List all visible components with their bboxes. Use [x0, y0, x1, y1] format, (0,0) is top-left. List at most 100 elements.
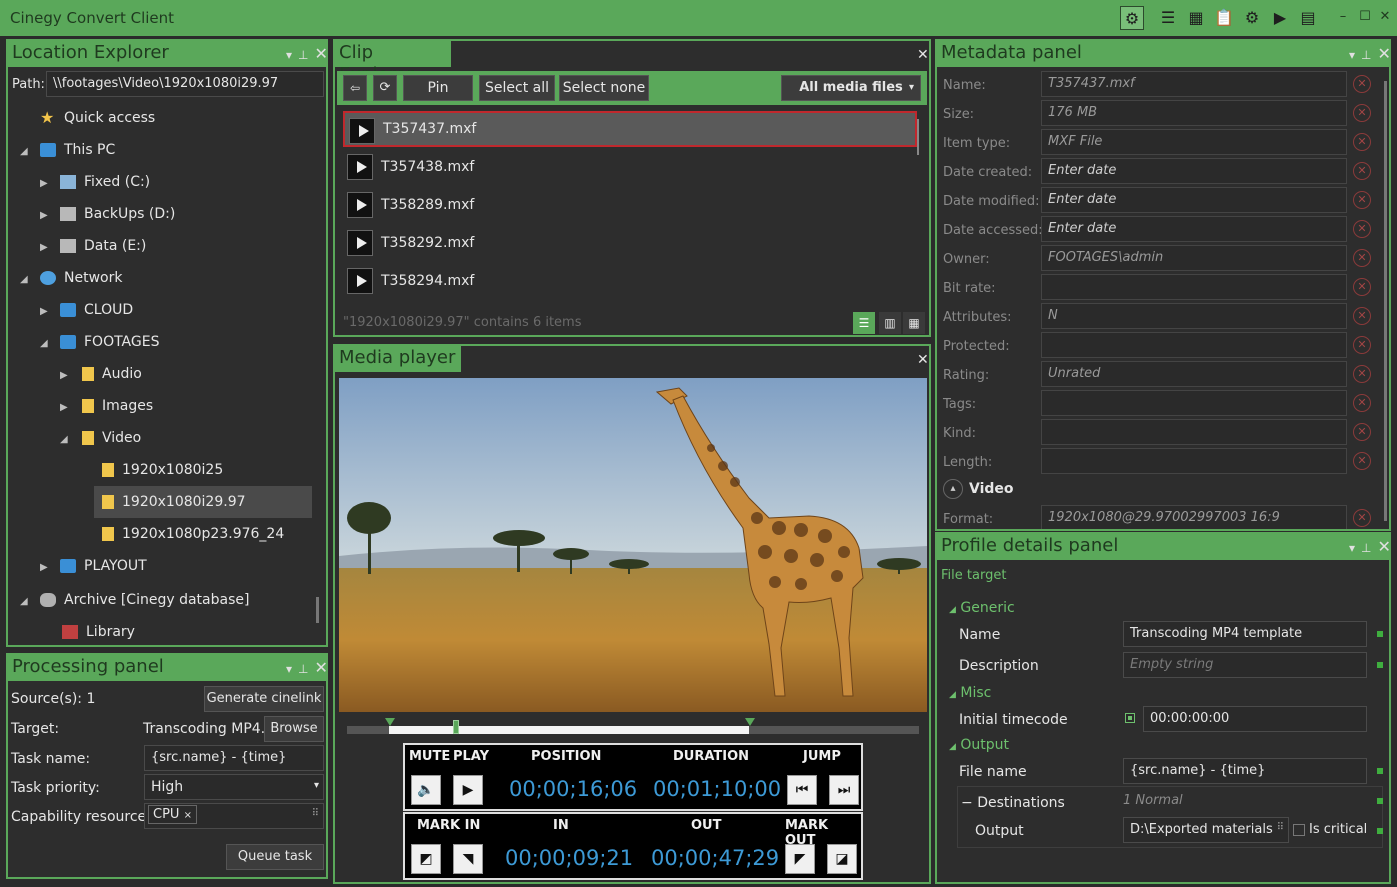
item-type-value[interactable]: MXF File — [1041, 129, 1347, 155]
tree-item-this-pc[interactable]: This PC — [40, 138, 115, 162]
collapse-arrow-icon[interactable]: ◢ — [60, 434, 72, 445]
clear-field-icon[interactable]: ✕ — [1353, 220, 1371, 238]
expand-arrow-icon[interactable]: ▶ — [40, 562, 52, 573]
attributes-value[interactable]: N — [1041, 303, 1347, 329]
playhead-marker[interactable] — [453, 720, 459, 734]
clear-field-icon[interactable]: ✕ — [1353, 278, 1371, 296]
clear-field-icon[interactable]: ✕ — [1353, 394, 1371, 412]
owner-value[interactable]: FOOTAGES\admin — [1041, 245, 1347, 271]
tree-item-video[interactable]: Video — [82, 426, 141, 450]
tree-item-playout[interactable]: PLAYOUT — [60, 554, 147, 578]
date-modified-input[interactable]: Enter date — [1041, 187, 1347, 213]
tree-item-data-e[interactable]: Data (E:) — [60, 234, 146, 258]
expand-arrow-icon[interactable]: ▶ — [40, 178, 52, 189]
dropdown-icon[interactable]: ▾ — [286, 48, 292, 62]
misc-group[interactable]: ◢ Misc — [949, 685, 991, 701]
gear-icon[interactable]: ⚙ — [1120, 6, 1144, 30]
capability-tag[interactable]: CPU × — [148, 805, 197, 824]
protected-value[interactable] — [1041, 332, 1347, 358]
queue-task-button[interactable]: Queue task — [226, 844, 324, 870]
size-value[interactable]: 176 MB — [1041, 100, 1347, 126]
go-to-in-button[interactable]: ◩ — [411, 844, 441, 874]
dropdown-icon[interactable]: ▾ — [286, 662, 292, 676]
clear-field-icon[interactable]: ✕ — [1353, 249, 1371, 267]
out-marker-icon[interactable] — [745, 718, 755, 726]
play-thumbnail-icon[interactable] — [347, 268, 373, 294]
play-button[interactable]: ▶ — [453, 775, 483, 805]
expand-arrow-icon[interactable]: ▶ — [40, 210, 52, 221]
tree-item-library[interactable]: Library — [62, 620, 135, 644]
maximize-button[interactable]: ☐ — [1356, 8, 1374, 26]
dropdown-icon[interactable]: ▾ — [1349, 48, 1355, 62]
play-thumbnail-icon[interactable] — [347, 230, 373, 256]
tree-item-1920x1080i25[interactable]: 1920x1080i25 — [102, 458, 223, 482]
timeline-track[interactable] — [347, 718, 919, 734]
tags-value[interactable] — [1041, 390, 1347, 416]
tree-item-1920x1080p23-976-24[interactable]: 1920x1080p23.976_24 — [102, 522, 284, 546]
close-icon[interactable]: ✕ — [917, 47, 929, 63]
clip-list-scrollbar[interactable] — [915, 111, 921, 307]
clip-row[interactable]: T358289.mxf — [343, 187, 917, 223]
scrollbar-thumb[interactable] — [1384, 81, 1387, 521]
clear-field-icon[interactable]: ✕ — [1353, 307, 1371, 325]
is-critical-checkbox[interactable] — [1293, 824, 1305, 836]
collapse-section-icon[interactable]: ▴ — [943, 479, 963, 499]
capability-input[interactable]: CPU × ⠿ — [144, 803, 324, 829]
refresh-icon[interactable]: ⟳ — [373, 75, 397, 101]
tree-item-archive[interactable]: Archive [Cinegy database] — [40, 588, 249, 612]
browse-button[interactable]: Browse — [264, 716, 324, 742]
expand-arrow-icon[interactable]: ▶ — [40, 242, 52, 253]
back-arrow-icon[interactable]: ⇦ — [343, 75, 367, 101]
media-filter-select[interactable]: All media files ▾ — [781, 75, 921, 101]
columns-view-icon[interactable]: ▥ — [879, 312, 901, 334]
task-priority-select[interactable]: High ▾ — [144, 774, 324, 800]
play-thumbnail-icon[interactable] — [347, 154, 373, 180]
clear-field-icon[interactable]: ✕ — [1353, 162, 1371, 180]
play-icon[interactable]: ▶ — [1268, 6, 1292, 30]
play-thumbnail-icon[interactable] — [349, 118, 375, 144]
profile-name-input[interactable]: Transcoding MP4 template — [1123, 621, 1367, 647]
metadata-scrollbar[interactable] — [1383, 71, 1389, 527]
close-icon[interactable]: ✕ — [1377, 44, 1390, 63]
tree-item-backups-d[interactable]: BackUps (D:) — [60, 202, 175, 226]
clip-row[interactable]: T358292.mxf — [343, 225, 917, 261]
output-group[interactable]: ◢ Output — [949, 737, 1009, 753]
close-icon[interactable]: ✕ — [314, 44, 327, 63]
in-marker-icon[interactable] — [385, 718, 395, 726]
collapse-arrow-icon[interactable]: ◢ — [20, 274, 32, 285]
expand-arrow-icon[interactable]: ▶ — [40, 306, 52, 317]
pin-icon[interactable]: ⊥ — [1361, 48, 1371, 62]
jump-to-start-button[interactable]: ⏮ — [787, 775, 817, 805]
clear-field-icon[interactable]: ✕ — [1353, 509, 1371, 527]
pin-icon[interactable]: ⊥ — [1361, 541, 1371, 555]
dropdown-icon[interactable]: ▾ — [1349, 541, 1355, 555]
generate-cinelink-button[interactable]: Generate cinelink — [204, 686, 324, 712]
pin-button[interactable]: Pin — [403, 75, 473, 101]
close-icon[interactable]: ✕ — [1377, 537, 1390, 556]
kind-value[interactable] — [1041, 419, 1347, 445]
tree-item-cloud[interactable]: CLOUD — [60, 298, 133, 322]
clear-field-icon[interactable]: ✕ — [1353, 104, 1371, 122]
clear-field-icon[interactable]: ✕ — [1353, 133, 1371, 151]
format-value[interactable]: 1920x1080@29.97002997003 16:9 — [1041, 505, 1347, 529]
clip-row[interactable]: T357438.mxf — [343, 149, 917, 185]
clear-field-icon[interactable]: ✕ — [1353, 191, 1371, 209]
minimize-button[interactable]: – — [1334, 8, 1352, 26]
grid-icon[interactable]: ▦ — [1184, 6, 1208, 30]
tree-item-1920x1080i29-97[interactable]: 1920x1080i29.97 — [102, 490, 246, 514]
clear-field-icon[interactable]: ✕ — [1353, 423, 1371, 441]
generic-group[interactable]: ◢ Generic — [949, 600, 1015, 616]
rating-value[interactable]: Unrated — [1041, 361, 1347, 387]
expand-arrow-icon[interactable]: ▶ — [60, 402, 72, 413]
remove-tag-icon[interactable]: × — [184, 810, 192, 821]
tree-item-quick-access[interactable]: ★ Quick access — [40, 106, 155, 130]
jump-to-end-button[interactable]: ⏭ — [829, 775, 859, 805]
go-to-out-button[interactable]: ◪ — [827, 844, 857, 874]
align-left-icon[interactable]: ☰ — [1156, 6, 1180, 30]
tree-item-images[interactable]: Images — [82, 394, 153, 418]
select-none-button[interactable]: Select none — [559, 75, 649, 101]
clip-row[interactable]: T358294.mxf — [343, 263, 917, 299]
collapse-arrow-icon[interactable]: ◢ — [20, 596, 32, 607]
tree-item-audio[interactable]: Audio — [82, 362, 142, 386]
list-icon[interactable]: ▤ — [1296, 6, 1320, 30]
